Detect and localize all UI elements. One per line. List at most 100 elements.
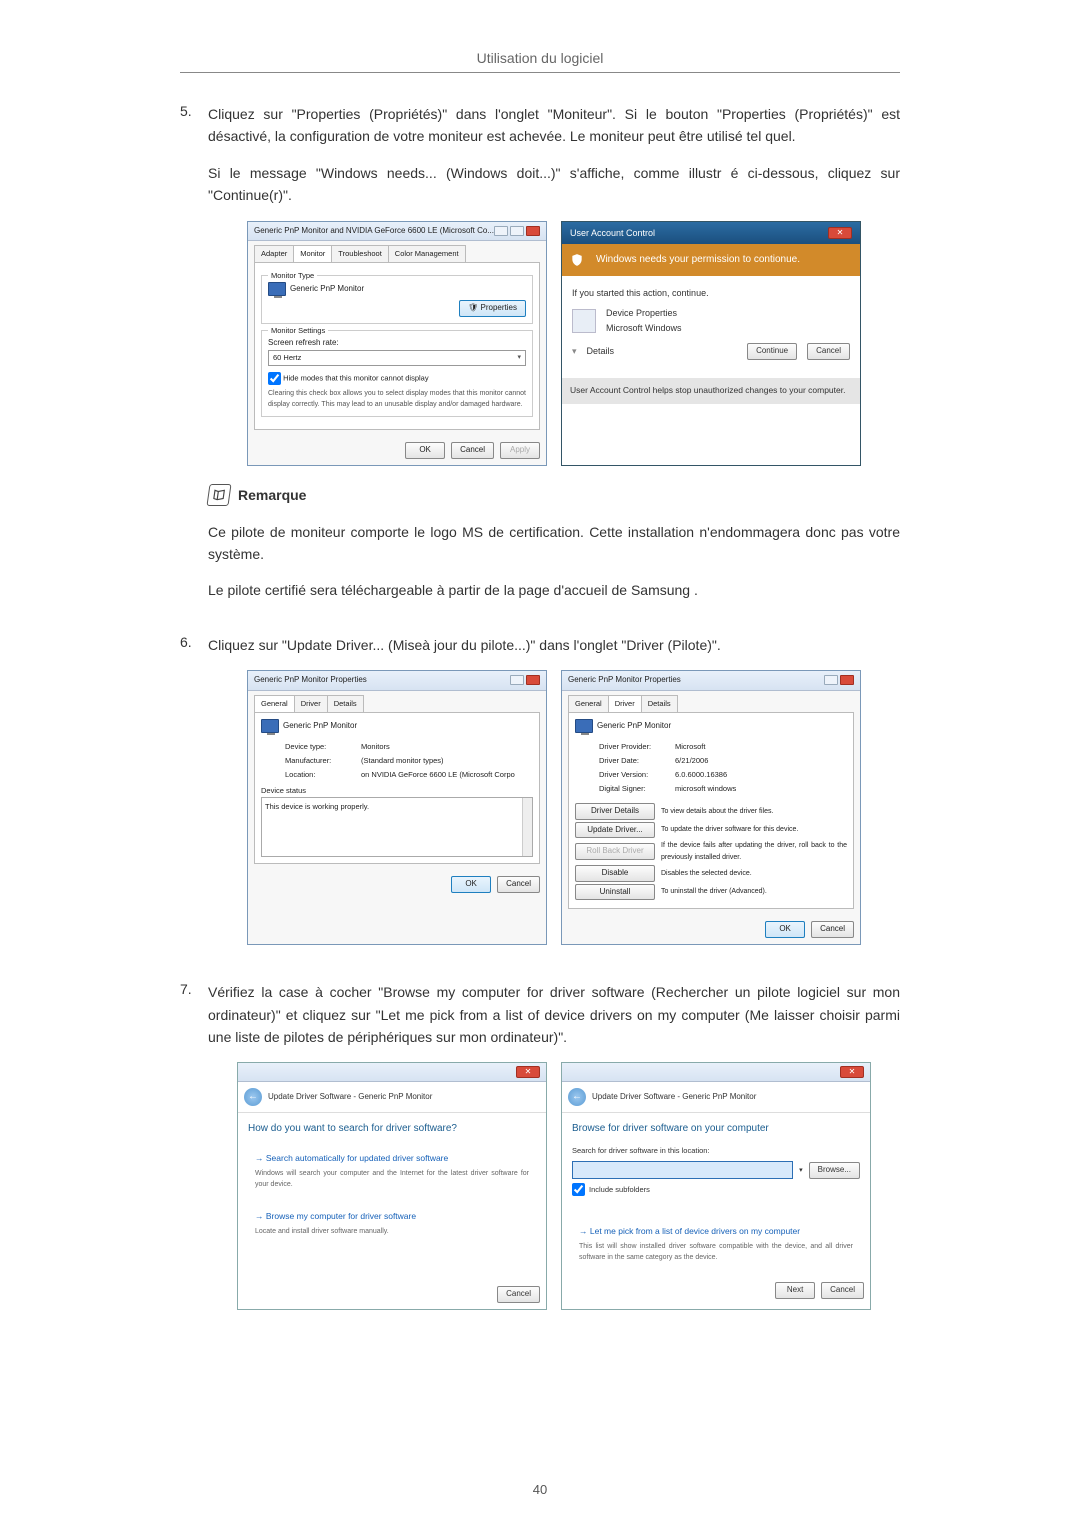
update-wizard-browse: ✕ ← Update Driver Software - Generic PnP… <box>561 1062 871 1310</box>
monitor-win-title: Generic PnP Monitor and NVIDIA GeForce 6… <box>254 225 494 238</box>
tab-general[interactable]: General <box>568 695 609 712</box>
tab-details[interactable]: Details <box>641 695 678 712</box>
cancel-button[interactable]: Cancel <box>497 876 540 893</box>
hide-modes-checkbox[interactable] <box>268 372 281 385</box>
update-driver-button[interactable]: Update Driver... <box>575 822 655 839</box>
uac-cancel-button[interactable]: Cancel <box>807 343 850 360</box>
wizard2-heading: Browse for driver software on your compu… <box>572 1121 860 1137</box>
wizard1-cancel-button[interactable]: Cancel <box>497 1286 540 1303</box>
close-button[interactable]: ✕ <box>516 1066 540 1078</box>
back-nav-icon[interactable]: ← <box>244 1088 262 1106</box>
scrollbar[interactable] <box>522 798 532 856</box>
manufacturer-value: (Standard monitor types) <box>361 755 444 767</box>
signer-label: Digital Signer: <box>599 783 669 795</box>
monitor-icon <box>268 282 286 296</box>
update-wizard-search: ✕ ← Update Driver Software - Generic PnP… <box>237 1062 547 1310</box>
wizard1-option-browse[interactable]: → Browse my computer for driver software… <box>248 1203 536 1244</box>
ok-button[interactable]: OK <box>765 921 805 938</box>
pnp-general-window: Generic PnP Monitor Properties General D… <box>247 670 547 945</box>
monitor-type-group: Monitor Type <box>268 270 317 282</box>
wizard2-include-label: Include subfolders <box>589 1184 650 1196</box>
driver-details-button[interactable]: Driver Details <box>575 803 655 820</box>
pnp-driver-name: Generic PnP Monitor <box>597 721 671 730</box>
pnp-driver-title: Generic PnP Monitor Properties <box>568 674 681 687</box>
uac-line1: If you started this action, continue. <box>572 286 850 300</box>
back-nav-icon[interactable]: ← <box>568 1088 586 1106</box>
ok-button[interactable]: OK <box>405 442 445 459</box>
driver-details-desc: To view details about the driver files. <box>661 806 847 817</box>
properties-button[interactable]: 🛡 Properties <box>459 300 526 317</box>
provider-value: Microsoft <box>675 741 705 753</box>
wizard2-include-checkbox[interactable] <box>572 1183 585 1196</box>
remark-text2: Le pilote certifié sera téléchargeable à… <box>208 579 900 601</box>
pnp-driver-window: Generic PnP Monitor Properties General D… <box>561 670 861 945</box>
disable-desc: Disables the selected device. <box>661 868 847 879</box>
wizard2-path-input[interactable] <box>572 1161 793 1179</box>
wizard2-next-button[interactable]: Next <box>775 1282 815 1299</box>
shield-icon <box>570 252 584 268</box>
pnp-general-name: Generic PnP Monitor <box>283 721 357 730</box>
window-controls[interactable] <box>824 675 854 685</box>
wizard2-browse-button[interactable]: Browse... <box>809 1162 860 1179</box>
uac-dialog: User Account Control ✕ Windows needs you… <box>561 221 861 467</box>
manufacturer-label: Manufacturer: <box>285 755 355 767</box>
tab-details[interactable]: Details <box>327 695 364 712</box>
disable-button[interactable]: Disable <box>575 865 655 882</box>
device-status-box: This device is working properly. <box>261 797 533 857</box>
close-button[interactable]: ✕ <box>840 1066 864 1078</box>
apply-button[interactable]: Apply <box>500 442 540 459</box>
devtype-label: Device type: <box>285 741 355 753</box>
uac-program-icon <box>572 309 596 333</box>
step7-text: Vérifiez la case à cocher "Browse my com… <box>208 981 900 1048</box>
page-number: 40 <box>0 1482 1080 1497</box>
uac-close-button[interactable]: ✕ <box>828 227 852 239</box>
window-controls[interactable] <box>510 675 540 685</box>
step6-text: Cliquez sur "Update Driver... (Miseà jou… <box>208 634 900 656</box>
tab-driver[interactable]: Driver <box>294 695 328 712</box>
wizard1-crumb: Update Driver Software - Generic PnP Mon… <box>268 1091 432 1104</box>
cancel-button[interactable]: Cancel <box>451 442 494 459</box>
step6-number: 6. <box>180 634 208 964</box>
devtype-value: Monitors <box>361 741 390 753</box>
step5-text1: Cliquez sur "Properties (Propriétés)" da… <box>208 103 900 148</box>
driverver-label: Driver Version: <box>599 769 669 781</box>
uac-program-publisher: Microsoft Windows <box>606 321 682 335</box>
rollback-button[interactable]: Roll Back Driver <box>575 843 655 860</box>
signer-value: microsoft windows <box>675 783 736 795</box>
uac-program-name: Device Properties <box>606 306 682 320</box>
wizard2-option-pick[interactable]: → Let me pick from a list of device driv… <box>572 1218 860 1270</box>
cancel-button[interactable]: Cancel <box>811 921 854 938</box>
refresh-rate-label: Screen refresh rate: <box>268 337 526 350</box>
uac-banner: Windows needs your permission to contion… <box>596 252 800 268</box>
tab-general[interactable]: General <box>254 695 295 712</box>
ok-button[interactable]: OK <box>451 876 491 893</box>
step5-text2: Si le message "Windows needs... (Windows… <box>208 162 900 207</box>
uac-continue-button[interactable]: Continue <box>747 343 797 360</box>
note-icon <box>206 484 231 506</box>
refresh-rate-select[interactable]: 60 Hertz▾ <box>268 350 526 366</box>
hide-modes-label: Hide modes that this monitor cannot disp… <box>283 373 429 382</box>
wizard2-cancel-button[interactable]: Cancel <box>821 1282 864 1299</box>
hide-modes-desc: Clearing this check box allows you to se… <box>268 388 526 410</box>
rollback-desc: If the device fails after updating the d… <box>661 840 847 862</box>
driverver-value: 6.0.6000.16386 <box>675 769 727 781</box>
wizard1-option-auto[interactable]: → Search automatically for updated drive… <box>248 1145 536 1197</box>
step7-number: 7. <box>180 981 208 1328</box>
uninstall-button[interactable]: Uninstall <box>575 884 655 901</box>
uac-details-toggle[interactable]: Details <box>587 344 738 358</box>
pnp-general-title: Generic PnP Monitor Properties <box>254 674 367 687</box>
device-status-label: Device status <box>261 785 533 797</box>
tab-color-mgmt[interactable]: Color Management <box>388 245 466 262</box>
tab-troubleshoot[interactable]: Troubleshoot <box>331 245 389 262</box>
tab-driver[interactable]: Driver <box>608 695 642 712</box>
tab-monitor[interactable]: Monitor <box>293 245 332 262</box>
page-header: Utilisation du logiciel <box>180 50 900 73</box>
window-controls[interactable] <box>494 226 540 236</box>
wizard2-loc-label: Search for driver software in this locat… <box>572 1145 860 1157</box>
uac-title: User Account Control <box>570 226 655 240</box>
note-label: Remarque <box>238 484 306 506</box>
tab-adapter[interactable]: Adapter <box>254 245 294 262</box>
update-driver-desc: To update the driver software for this d… <box>661 824 847 835</box>
uac-footer: User Account Control helps stop unauthor… <box>562 378 860 404</box>
monitor-settings-group: Monitor Settings <box>268 325 328 337</box>
